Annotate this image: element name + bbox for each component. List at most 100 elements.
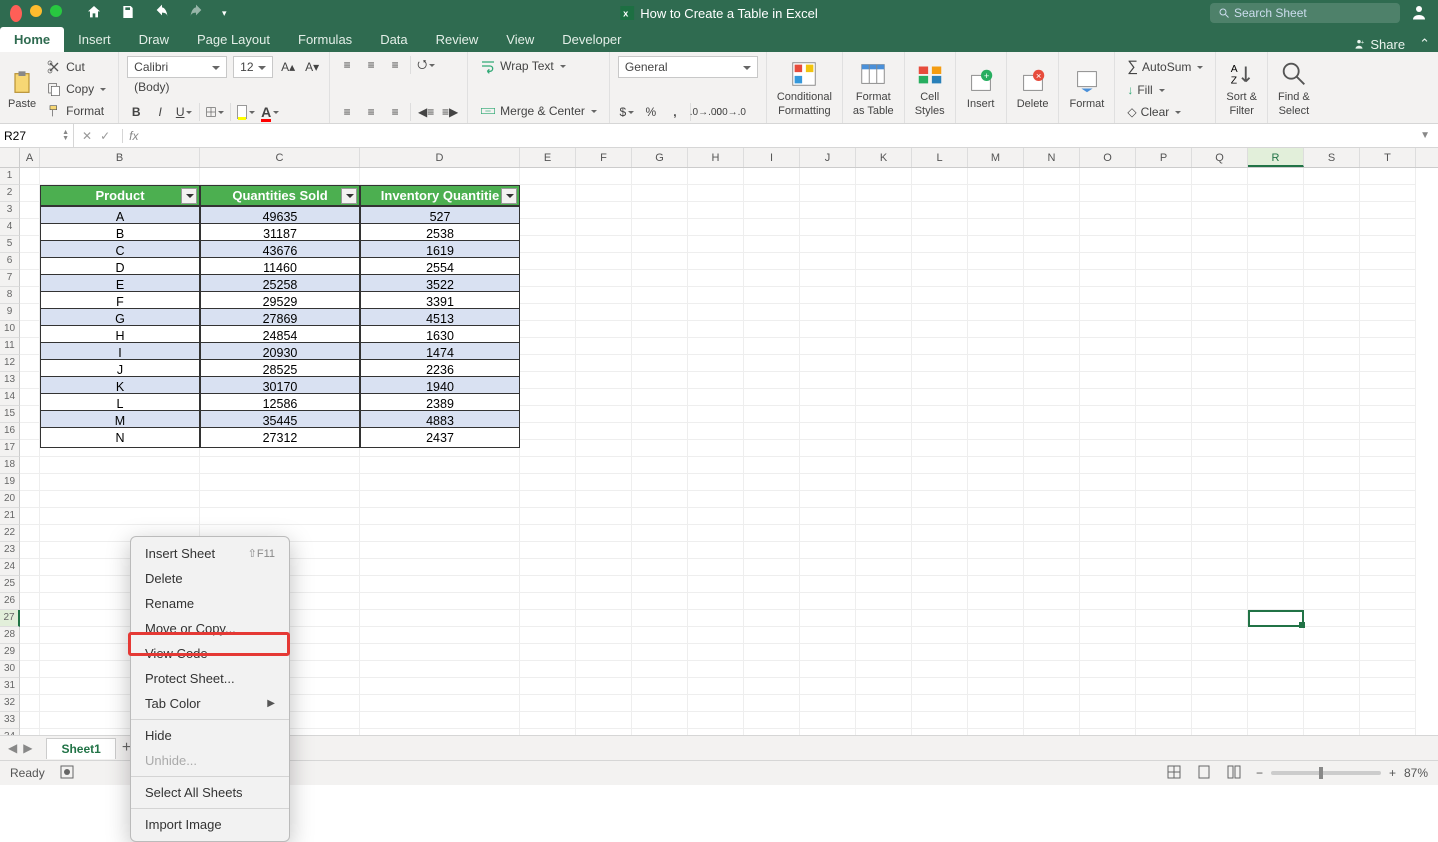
close-window-button[interactable] — [10, 5, 22, 22]
fill-color-button[interactable] — [237, 103, 255, 121]
tab-draw[interactable]: Draw — [125, 27, 183, 52]
copy-button[interactable]: Copy — [42, 79, 110, 99]
row-header-3[interactable]: 3 — [0, 202, 20, 219]
increase-decimal-icon[interactable]: .0→.00 — [697, 103, 715, 121]
font-name-dropdown[interactable]: Calibri (Body) — [127, 56, 227, 78]
tab-view[interactable]: View — [492, 27, 548, 52]
table-cell-product[interactable]: N — [40, 427, 200, 448]
format-cells-button[interactable]: Format — [1059, 52, 1115, 123]
clear-button[interactable]: ◇Clear — [1123, 103, 1207, 121]
fill-button[interactable]: ↓Fill — [1123, 81, 1207, 99]
column-header-H[interactable]: H — [688, 148, 744, 167]
orientation-icon[interactable]: ⭯ — [417, 56, 435, 74]
context-menu-protect-sheet[interactable]: Protect Sheet... — [131, 666, 289, 691]
column-header-K[interactable]: K — [856, 148, 912, 167]
row-header-21[interactable]: 21 — [0, 508, 20, 525]
row-header-31[interactable]: 31 — [0, 678, 20, 695]
collapse-ribbon-icon[interactable]: ⌃ — [1419, 36, 1430, 52]
row-header-18[interactable]: 18 — [0, 457, 20, 474]
row-header-25[interactable]: 25 — [0, 576, 20, 593]
tab-review[interactable]: Review — [422, 27, 493, 52]
increase-font-icon[interactable]: A▴ — [279, 58, 297, 76]
view-normal-icon[interactable] — [1166, 764, 1182, 783]
align-top-icon[interactable]: ≡ — [338, 56, 356, 74]
context-menu-hide[interactable]: Hide — [131, 723, 289, 748]
name-box[interactable]: R27 ▲▼ — [0, 124, 74, 147]
row-header-5[interactable]: 5 — [0, 236, 20, 253]
borders-button[interactable] — [206, 103, 224, 121]
find-select-button[interactable]: Find &Select — [1268, 52, 1320, 123]
cell-styles-button[interactable]: CellStyles — [905, 52, 956, 123]
row-header-30[interactable]: 30 — [0, 661, 20, 678]
zoom-out-button[interactable]: − — [1256, 766, 1263, 780]
table-header-quantities-sold[interactable]: Quantities Sold — [200, 185, 360, 206]
view-page-break-icon[interactable] — [1226, 764, 1242, 783]
column-header-P[interactable]: P — [1136, 148, 1192, 167]
macro-record-icon[interactable] — [59, 764, 75, 783]
table-header-inventory-quantities[interactable]: Inventory Quantitie — [360, 185, 520, 206]
insert-cells-button[interactable]: + Insert — [956, 52, 1007, 123]
cut-button[interactable]: Cut — [42, 57, 110, 77]
align-center-icon[interactable]: ≡ — [362, 103, 380, 121]
sheet-nav-last-icon[interactable]: ▶ — [23, 741, 32, 755]
paste-button[interactable]: Paste — [8, 98, 36, 110]
row-header-15[interactable]: 15 — [0, 406, 20, 423]
column-header-Q[interactable]: Q — [1192, 148, 1248, 167]
merge-center-button[interactable]: Merge & Center — [476, 101, 601, 121]
align-bottom-icon[interactable]: ≡ — [386, 56, 404, 74]
tab-developer[interactable]: Developer — [548, 27, 635, 52]
share-button[interactable]: Share — [1370, 37, 1405, 52]
redo-icon[interactable] — [188, 4, 204, 23]
column-header-O[interactable]: O — [1080, 148, 1136, 167]
table-cell-quantities-sold[interactable]: 27312 — [200, 427, 360, 448]
row-header-8[interactable]: 8 — [0, 287, 20, 304]
tab-data[interactable]: Data — [366, 27, 421, 52]
search-sheet-box[interactable]: Search Sheet — [1210, 3, 1400, 23]
percent-icon[interactable]: % — [642, 103, 660, 121]
expand-formula-bar-icon[interactable]: ▼ — [1412, 130, 1438, 141]
row-header-9[interactable]: 9 — [0, 304, 20, 321]
row-header-22[interactable]: 22 — [0, 525, 20, 542]
sort-filter-button[interactable]: AZ Sort &Filter — [1216, 52, 1268, 123]
decrease-font-icon[interactable]: A▾ — [303, 58, 321, 76]
column-header-T[interactable]: T — [1360, 148, 1416, 167]
table-header-product[interactable]: Product — [40, 185, 200, 206]
column-header-N[interactable]: N — [1024, 148, 1080, 167]
column-header-F[interactable]: F — [576, 148, 632, 167]
row-header-12[interactable]: 12 — [0, 355, 20, 372]
row-header-34[interactable]: 34 — [0, 729, 20, 735]
row-header-11[interactable]: 11 — [0, 338, 20, 355]
row-header-29[interactable]: 29 — [0, 644, 20, 661]
decrease-decimal-icon[interactable]: .00→.0 — [721, 103, 739, 121]
format-painter-button[interactable]: Format — [42, 101, 110, 121]
undo-icon[interactable] — [154, 4, 170, 23]
minimize-window-button[interactable] — [30, 5, 42, 17]
row-header-20[interactable]: 20 — [0, 491, 20, 508]
user-icon[interactable] — [1410, 3, 1428, 24]
sheet-nav-first-icon[interactable]: ◀ — [8, 741, 17, 755]
row-header-4[interactable]: 4 — [0, 219, 20, 236]
number-format-dropdown[interactable]: General — [618, 56, 758, 78]
conditional-formatting-button[interactable]: ConditionalFormatting — [767, 52, 843, 123]
column-header-J[interactable]: J — [800, 148, 856, 167]
row-header-33[interactable]: 33 — [0, 712, 20, 729]
decrease-indent-icon[interactable]: ◀≡ — [417, 103, 435, 121]
fx-label[interactable]: fx — [122, 129, 138, 143]
column-header-B[interactable]: B — [40, 148, 200, 167]
column-header-I[interactable]: I — [744, 148, 800, 167]
row-header-28[interactable]: 28 — [0, 627, 20, 644]
underline-button[interactable]: U — [175, 103, 193, 121]
format-as-table-button[interactable]: Formatas Table — [843, 52, 905, 123]
zoom-slider[interactable] — [1271, 771, 1381, 775]
sheet-tab-sheet1[interactable]: Sheet1 — [46, 738, 115, 759]
row-header-2[interactable]: 2 — [0, 185, 20, 202]
font-size-dropdown[interactable]: 12 — [233, 56, 273, 78]
row-header-17[interactable]: 17 — [0, 440, 20, 457]
autosum-button[interactable]: ∑AutoSum — [1123, 56, 1207, 77]
increase-indent-icon[interactable]: ≡▶ — [441, 103, 459, 121]
row-header-6[interactable]: 6 — [0, 253, 20, 270]
comma-icon[interactable]: , — [666, 103, 684, 121]
maximize-window-button[interactable] — [50, 5, 62, 17]
row-header-26[interactable]: 26 — [0, 593, 20, 610]
align-right-icon[interactable]: ≡ — [386, 103, 404, 121]
